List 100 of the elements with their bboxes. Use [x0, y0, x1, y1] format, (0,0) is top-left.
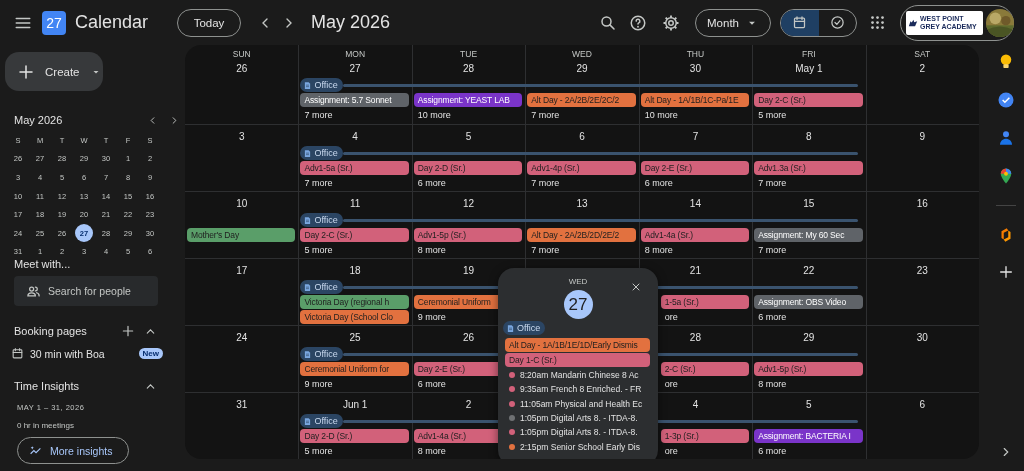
- event-item[interactable]: 11:05am Physical and Health Ec: [503, 396, 653, 411]
- day-number[interactable]: 26: [459, 330, 479, 344]
- event-chip[interactable]: Day 2-C (Sr.): [300, 228, 409, 242]
- event-chip[interactable]: 2-C (Sr.): [660, 362, 750, 376]
- day-number[interactable]: 25: [345, 330, 365, 344]
- day-number[interactable]: 19: [459, 263, 479, 277]
- event-chip[interactable]: Alt Day - 2A/2B/2E/2C/2: [527, 93, 636, 107]
- day-number[interactable]: 31: [232, 397, 252, 411]
- more-link[interactable]: 7 more: [298, 176, 333, 190]
- event-chip[interactable]: Adv1-5a (Sr.): [300, 161, 409, 175]
- event-chip[interactable]: Adv1-5p (Sr.): [413, 228, 523, 242]
- event-item[interactable]: 1:05pm Digital Arts 8. - ITDA-8.: [503, 410, 653, 426]
- event-chip[interactable]: Adv1-4a (Sr.): [640, 228, 750, 242]
- more-link[interactable]: ore: [658, 444, 678, 458]
- day-number[interactable]: 22: [799, 263, 819, 277]
- more-link[interactable]: 6 more: [411, 377, 446, 391]
- day-number[interactable]: 28: [685, 330, 705, 344]
- more-link[interactable]: 6 more: [411, 176, 446, 190]
- day-number[interactable]: 29: [572, 61, 592, 75]
- day-number[interactable]: 28: [459, 61, 479, 75]
- date-circle[interactable]: 27: [563, 290, 593, 319]
- day-number[interactable]: 4: [688, 397, 703, 411]
- event-chip[interactable]: Office: [503, 321, 546, 335]
- event-chip[interactable]: Assignment: OBS Video: [754, 295, 863, 309]
- event-chip[interactable]: Adv1-5p (Sr.): [754, 362, 863, 376]
- day-number[interactable]: 21: [685, 263, 705, 277]
- event-chip[interactable]: Assignment: BACTERIA I: [754, 429, 863, 443]
- day-number[interactable]: 16: [912, 196, 932, 210]
- event-chip[interactable]: Day 2-D (Sr.): [413, 161, 523, 175]
- get-add-ons-button[interactable]: [997, 264, 1014, 280]
- day-number[interactable]: 10: [232, 196, 252, 210]
- more-link[interactable]: 8 more: [411, 243, 446, 257]
- day-number[interactable]: 3: [234, 129, 249, 143]
- more-link[interactable]: 5 more: [752, 108, 787, 122]
- event-chip[interactable]: Alt Day - 1A/1B/1E/1D/Early Dismis: [505, 338, 650, 352]
- more-link[interactable]: 6 more: [752, 444, 787, 458]
- more-link[interactable]: 8 more: [752, 377, 787, 391]
- tasks-button[interactable]: [996, 91, 1015, 109]
- event-chip[interactable]: Ceremonial Uniform for: [300, 362, 409, 376]
- event-chip[interactable]: Day 1-C (Sr.): [505, 353, 650, 367]
- more-link[interactable]: 8 more: [411, 444, 446, 458]
- day-number[interactable]: 13: [572, 196, 592, 210]
- event-chip[interactable]: Day 2-D (Sr.): [300, 429, 409, 443]
- event-bar[interactable]: Office: [300, 146, 858, 160]
- event-chip[interactable]: Adv1-4p (Sr.): [527, 161, 636, 175]
- event-item[interactable]: 9:35am French 8 Enriched. - FR: [503, 382, 653, 397]
- more-link[interactable]: 7 more: [525, 108, 560, 122]
- day-number[interactable]: 4: [348, 129, 362, 143]
- event-chip[interactable]: Alt Day - 2A/2B/2D/2E/2: [527, 228, 636, 242]
- more-link[interactable]: 9 more: [298, 377, 333, 391]
- day-number[interactable]: 14: [685, 196, 705, 210]
- more-link[interactable]: 6 more: [752, 310, 787, 324]
- day-number[interactable]: 6: [915, 397, 930, 411]
- more-link[interactable]: 6 more: [638, 176, 673, 190]
- more-link[interactable]: 7 more: [298, 108, 333, 122]
- event-chip[interactable]: Alt Day - 1A/1B/1C-Pa/1E: [640, 93, 750, 107]
- more-link[interactable]: 5 more: [298, 243, 333, 257]
- day-number[interactable]: 12: [459, 196, 479, 210]
- more-link[interactable]: 7 more: [752, 243, 787, 257]
- more-link[interactable]: 8 more: [638, 243, 673, 257]
- more-link[interactable]: 7 more: [525, 176, 560, 190]
- event-bar[interactable]: Office: [300, 213, 858, 227]
- view-toggle[interactable]: [781, 9, 819, 36]
- booking-page-item[interactable]: 30 min with Boa New: [11, 347, 163, 361]
- more-link[interactable]: 10 more: [638, 108, 678, 122]
- day-number[interactable]: 27: [345, 61, 365, 75]
- more-link[interactable]: 7 more: [752, 176, 787, 190]
- day-number[interactable]: 6: [575, 129, 589, 143]
- close-button[interactable]: [630, 281, 642, 293]
- event-chip[interactable]: Day 2-E (Sr.): [640, 161, 750, 175]
- day-number[interactable]: 24: [232, 330, 252, 344]
- day-number[interactable]: 15: [799, 196, 819, 210]
- more-link[interactable]: ore: [658, 310, 678, 324]
- event-chip[interactable]: Assignment: 5.7 Sonnet: [300, 93, 409, 107]
- day-number[interactable]: 7: [688, 129, 703, 143]
- more-link[interactable]: 9 more: [411, 310, 446, 324]
- event-bar[interactable]: Office: [300, 78, 858, 92]
- day-number[interactable]: May 1: [791, 61, 827, 75]
- event-chip[interactable]: 1-3p (Sr.): [660, 429, 750, 443]
- event-chip[interactable]: Mother's Day: [187, 228, 296, 242]
- event-chip[interactable]: 1-5a (Sr.): [660, 295, 750, 309]
- day-number[interactable]: 29: [799, 330, 819, 344]
- day-number[interactable]: 17: [232, 263, 252, 277]
- more-link[interactable]: 10 more: [411, 108, 451, 122]
- more-link[interactable]: 7 more: [525, 243, 560, 257]
- event-chip[interactable]: Day 2-C (Sr.): [754, 93, 863, 107]
- event-chip[interactable]: Assignment: My 60 Sec: [754, 228, 863, 242]
- more-link[interactable]: ore: [658, 377, 678, 391]
- day-number[interactable]: 5: [802, 397, 816, 411]
- event-chip[interactable]: Assignment: YEAST LAB: [413, 93, 523, 107]
- day-number[interactable]: 11: [345, 196, 365, 210]
- event-chip[interactable]: Adv1.3a (Sr.): [754, 161, 863, 175]
- day-number[interactable]: 9: [915, 129, 930, 143]
- event-chip[interactable]: Victoria Day (regional h: [300, 295, 409, 309]
- day-number[interactable]: 2: [461, 397, 476, 411]
- more-link[interactable]: 5 more: [298, 444, 333, 458]
- event-chip[interactable]: Victoria Day (School Clo: [300, 310, 409, 324]
- day-number[interactable]: 30: [685, 61, 705, 75]
- day-number[interactable]: 30: [912, 330, 932, 344]
- day-number[interactable]: 18: [345, 263, 365, 277]
